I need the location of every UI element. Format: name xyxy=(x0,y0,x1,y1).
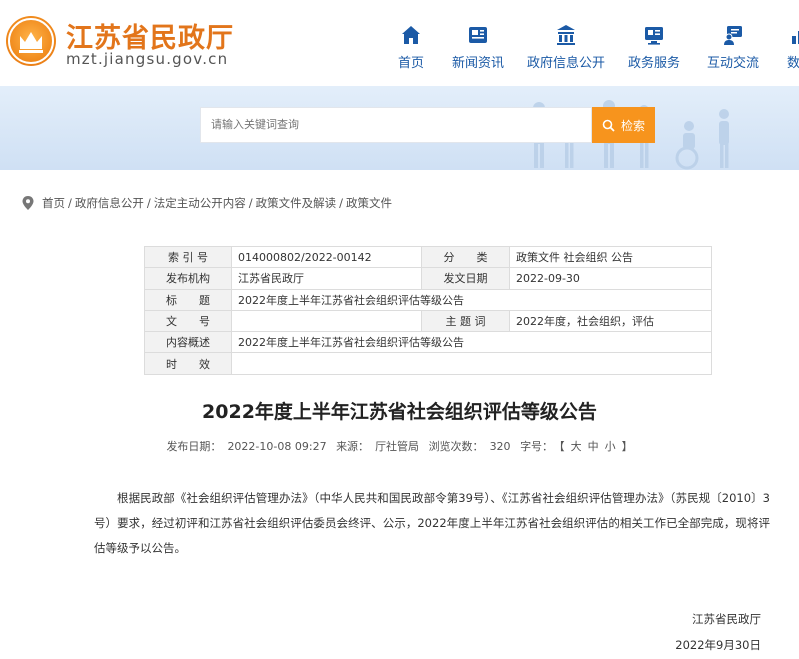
font-size-label: 字号： xyxy=(520,440,554,453)
nav-item-gov-info[interactable]: 政府信息公开 xyxy=(526,24,606,74)
summary-label: 内容概述 xyxy=(144,331,232,354)
nav-label: 数据 xyxy=(786,56,799,71)
table-row: 索 引 号 014000802/2022-00142 分 类 政策文件 社会组织… xyxy=(144,245,712,269)
table-row: 标 题 2022年度上半年江苏省社会组织评估等级公告 xyxy=(144,288,712,311)
font-bracket-open: 【 xyxy=(559,440,565,453)
source-label: 来源： xyxy=(336,440,370,453)
breadcrumb: 首页 / 政府信息公开 / 法定主动公开内容 / 政策文件及解读 / 政策文件 xyxy=(22,195,392,211)
validity-label: 时 效 xyxy=(144,352,232,375)
signature-org: 江苏省民政厅 xyxy=(692,612,761,626)
index-no-label: 索 引 号 xyxy=(144,245,232,269)
nav-label: 政府信息公开 xyxy=(526,56,605,71)
font-size-small[interactable]: 小 xyxy=(605,440,616,453)
views-label: 浏览次数： xyxy=(428,440,484,453)
chat-icon xyxy=(724,26,742,45)
signature-date: 2022年9月30日 xyxy=(675,638,761,652)
search-banner: 检索 xyxy=(0,86,799,170)
breadcrumb-statutory[interactable]: 法定主动公开内容 xyxy=(154,195,246,211)
search-button[interactable]: 检索 xyxy=(592,107,655,143)
search-input[interactable] xyxy=(200,107,592,143)
site-logo[interactable] xyxy=(6,16,56,66)
building-icon xyxy=(557,25,575,45)
font-bracket-close: 】 xyxy=(621,440,633,453)
table-row: 发布机构 江苏省民政厅 发文日期 2022-09-30 xyxy=(144,267,712,290)
category-value: 政策文件 社会组织 公告 xyxy=(509,245,712,269)
validity-value xyxy=(231,352,712,375)
publisher-label: 发布机构 xyxy=(144,267,232,290)
document-info-table: 索 引 号 014000802/2022-00142 分 类 政策文件 社会组织… xyxy=(144,245,712,375)
keywords-value: 2022年度，社会组织，评估 xyxy=(509,309,712,333)
publish-date: 2022-10-08 09:27 xyxy=(227,440,327,453)
publish-date-label: 发布日期： xyxy=(166,440,222,453)
article-body: 根据民政部《社会组织评估管理办法》（中华人民共和国民政部令第39号）、《江苏省社… xyxy=(94,491,770,555)
nav-label: 首页 xyxy=(397,56,424,71)
nav-item-data[interactable]: 数据 xyxy=(780,24,799,74)
search-button-label: 检索 xyxy=(620,118,645,133)
table-row: 文 号 主 题 词 2022年度，社会组织，评估 xyxy=(144,309,712,333)
category-label: 分 类 xyxy=(421,245,510,269)
news-icon xyxy=(469,27,487,43)
logo-emblem-icon xyxy=(8,18,54,64)
issue-date-value: 2022-09-30 xyxy=(509,267,712,290)
source-value: 厅社管局 xyxy=(375,440,420,453)
table-row: 时 效 xyxy=(144,352,712,375)
nav-item-interaction[interactable]: 互动交流 xyxy=(703,24,763,74)
nav-item-home[interactable]: 首页 xyxy=(395,24,427,74)
summary-value: 2022年度上半年江苏省社会组织评估等级公告 xyxy=(231,331,712,354)
nav-item-service[interactable]: 政务服务 xyxy=(624,24,684,74)
doc-no-value xyxy=(231,309,422,333)
nav-label: 新闻资讯 xyxy=(451,56,504,71)
nav-label: 互动交流 xyxy=(706,56,759,71)
location-pin-icon xyxy=(22,196,34,210)
service-icon xyxy=(645,27,663,45)
publisher-value: 江苏省民政厅 xyxy=(231,267,422,290)
breadcrumb-gov-info[interactable]: 政府信息公开 xyxy=(75,195,144,211)
site-url: mzt.jiangsu.gov.cn xyxy=(66,50,229,68)
index-no-value: 014000802/2022-00142 xyxy=(231,245,422,269)
breadcrumb-policy-docs[interactable]: 政策文件 xyxy=(346,195,392,211)
issue-date-label: 发文日期 xyxy=(421,267,510,290)
doc-no-label: 文 号 xyxy=(144,309,232,333)
nav-item-news[interactable]: 新闻资讯 xyxy=(448,24,508,74)
table-row: 内容概述 2022年度上半年江苏省社会组织评估等级公告 xyxy=(144,331,712,354)
font-size-medium[interactable]: 中 xyxy=(588,440,599,453)
article-meta: 发布日期： 2022-10-08 09:27 来源： 厅社管局 浏览次数： 320 字… xyxy=(0,438,799,454)
title-value: 2022年度上半年江苏省社会组织评估等级公告 xyxy=(231,288,712,311)
search-icon xyxy=(602,119,615,132)
home-icon xyxy=(402,26,420,44)
article-title: 2022年度上半年江苏省社会组织评估等级公告 xyxy=(202,401,597,423)
keywords-label: 主 题 词 xyxy=(421,309,510,333)
site-header: 江苏省民政厅 mzt.jiangsu.gov.cn 首页 新闻资讯 政府信息公开… xyxy=(0,0,799,86)
breadcrumb-home[interactable]: 首页 xyxy=(42,195,65,211)
data-icon xyxy=(792,31,799,44)
title-label: 标 题 xyxy=(144,288,232,311)
font-size-large[interactable]: 大 xyxy=(571,440,582,453)
nav-label: 政务服务 xyxy=(627,56,680,71)
views-count: 320 xyxy=(489,440,511,453)
breadcrumb-policy-interpret[interactable]: 政策文件及解读 xyxy=(256,195,337,211)
